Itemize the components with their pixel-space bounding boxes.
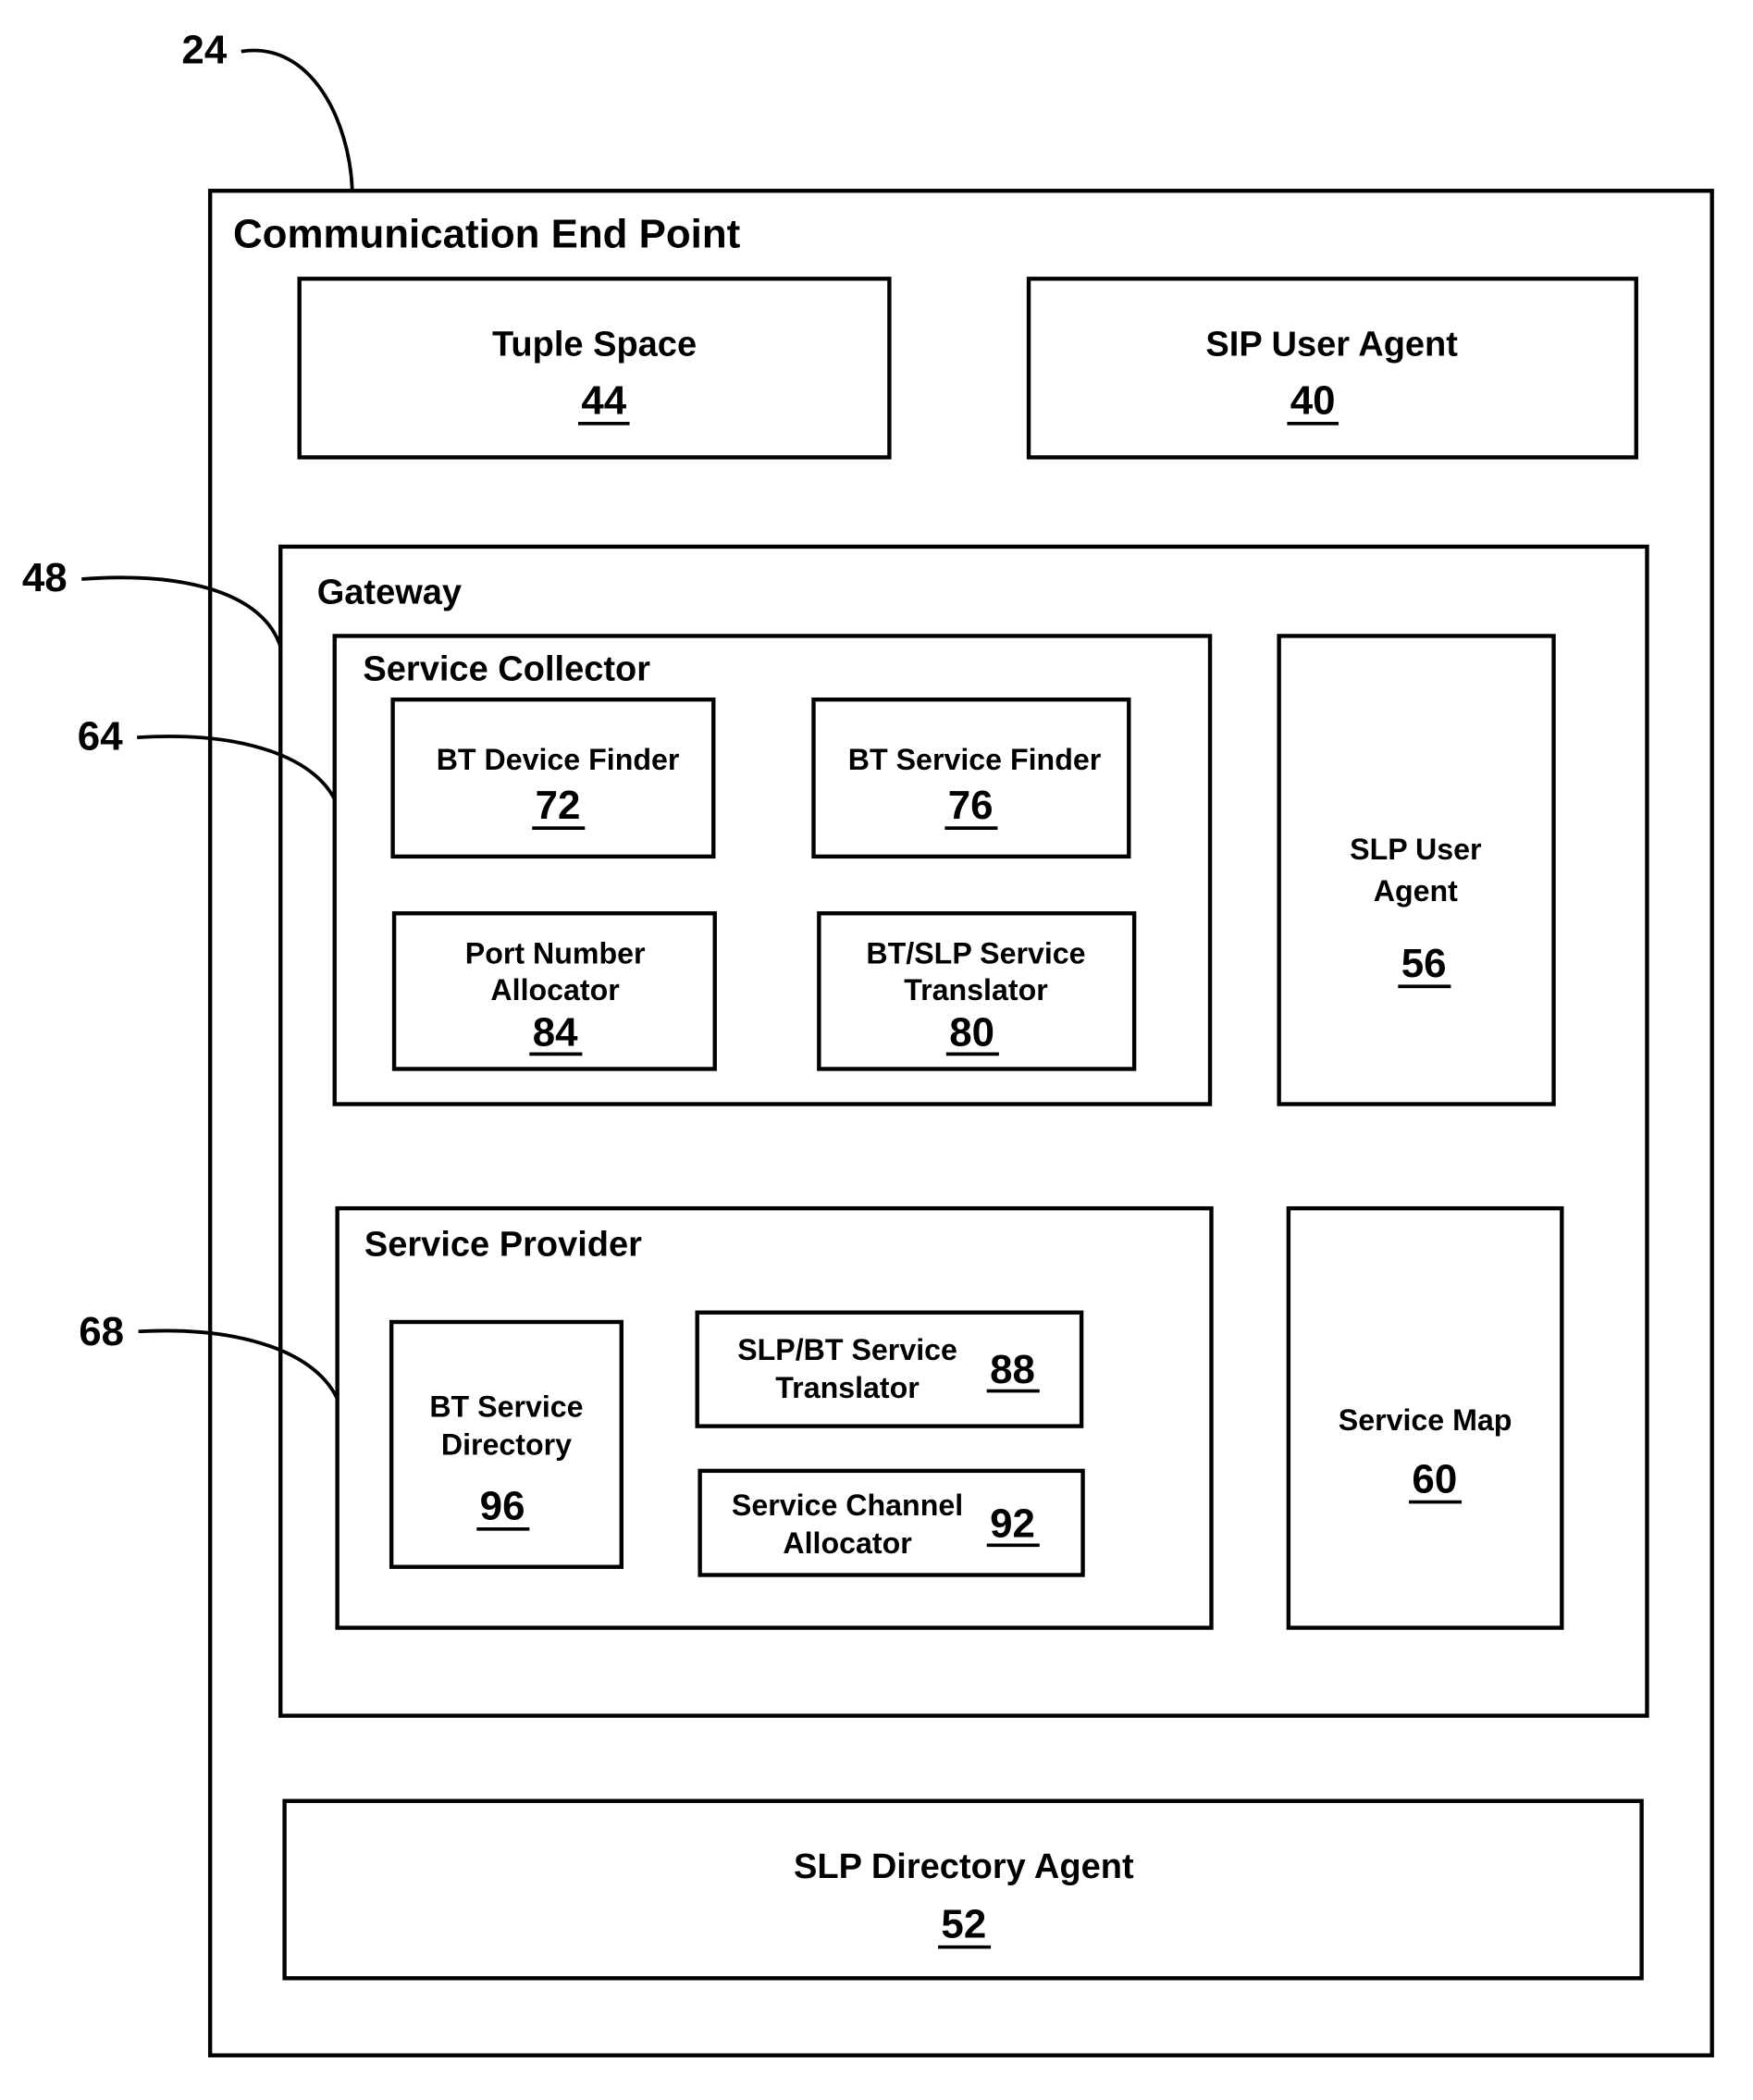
tuple-space-block: Tuple Space 44 [297, 277, 892, 460]
service-channel-allocator-number: 92 [990, 1501, 1035, 1547]
slp-user-agent-line1: SLP User [1350, 833, 1482, 866]
sip-user-agent-number: 40 [1290, 378, 1336, 424]
service-map-block: Service Map 60 [1286, 1205, 1564, 1630]
service-map-label: Service Map [1339, 1403, 1512, 1437]
slp-bt-translator-line1: SLP/BT Service [737, 1333, 957, 1366]
leader-line-24 [241, 48, 354, 190]
service-channel-allocator-line2: Allocator [783, 1526, 912, 1560]
service-channel-allocator-line1: Service Channel [732, 1489, 963, 1522]
port-number-allocator-number: 84 [533, 1010, 578, 1056]
service-channel-allocator-block: Service Channel Allocator 92 [697, 1468, 1085, 1577]
diagram: 24 Communication End Point Tuple Space 4… [22, 28, 1714, 2057]
bt-service-finder-block: BT Service Finder 76 [811, 697, 1131, 859]
bt-slp-service-translator-block: BT/SLP Service Translator 80 [817, 911, 1137, 1071]
slp-user-agent-line2: Agent [1374, 874, 1458, 908]
callout-48: 48 [22, 555, 68, 600]
bt-service-directory-line1: BT Service [429, 1390, 583, 1423]
sip-user-agent-label: SIP User Agent [1205, 326, 1458, 364]
bt-service-finder-label: BT Service Finder [848, 743, 1102, 776]
sip-user-agent-block: SIP User Agent 40 [1026, 277, 1638, 460]
slp-bt-translator-line2: Translator [775, 1371, 920, 1404]
callout-68: 68 [79, 1309, 124, 1354]
service-provider-title: Service Provider [364, 1225, 642, 1264]
port-number-allocator-block: Port Number Allocator 84 [391, 911, 717, 1071]
slp-directory-agent-number: 52 [941, 1901, 986, 1946]
port-number-allocator-line2: Allocator [490, 973, 620, 1007]
callout-24: 24 [181, 28, 227, 73]
callout-64: 64 [78, 713, 123, 759]
bt-device-finder-number: 72 [536, 783, 581, 828]
slp-directory-agent-block: SLP Directory Agent 52 [282, 1798, 1644, 1981]
communication-end-point-title: Communication End Point [233, 212, 741, 257]
bt-service-directory-block: BT Service Directory 96 [389, 1319, 623, 1569]
gateway-title: Gateway [317, 573, 462, 611]
tuple-space-number: 44 [581, 378, 626, 424]
slp-bt-translator-number: 88 [990, 1347, 1035, 1392]
slp-user-agent-block: SLP User Agent 56 [1277, 634, 1556, 1106]
service-collector-title: Service Collector [363, 650, 650, 689]
service-map-number: 60 [1412, 1456, 1457, 1501]
bt-slp-translator-line1: BT/SLP Service [866, 936, 1085, 970]
port-number-allocator-line1: Port Number [465, 936, 646, 970]
tuple-space-label: Tuple Space [492, 326, 697, 364]
slp-directory-agent-label: SLP Directory Agent [794, 1847, 1134, 1886]
slp-user-agent-number: 56 [1401, 941, 1447, 986]
bt-service-directory-number: 96 [480, 1484, 525, 1529]
bt-service-directory-line2: Directory [441, 1427, 572, 1461]
bt-slp-translator-line2: Translator [904, 973, 1048, 1007]
bt-slp-translator-number: 80 [949, 1010, 994, 1056]
bt-service-finder-number: 76 [948, 783, 994, 828]
bt-device-finder-label: BT Device Finder [437, 743, 680, 776]
bt-device-finder-block: BT Device Finder 72 [390, 697, 716, 859]
slp-bt-service-translator-block: SLP/BT Service Translator 88 [695, 1310, 1084, 1428]
